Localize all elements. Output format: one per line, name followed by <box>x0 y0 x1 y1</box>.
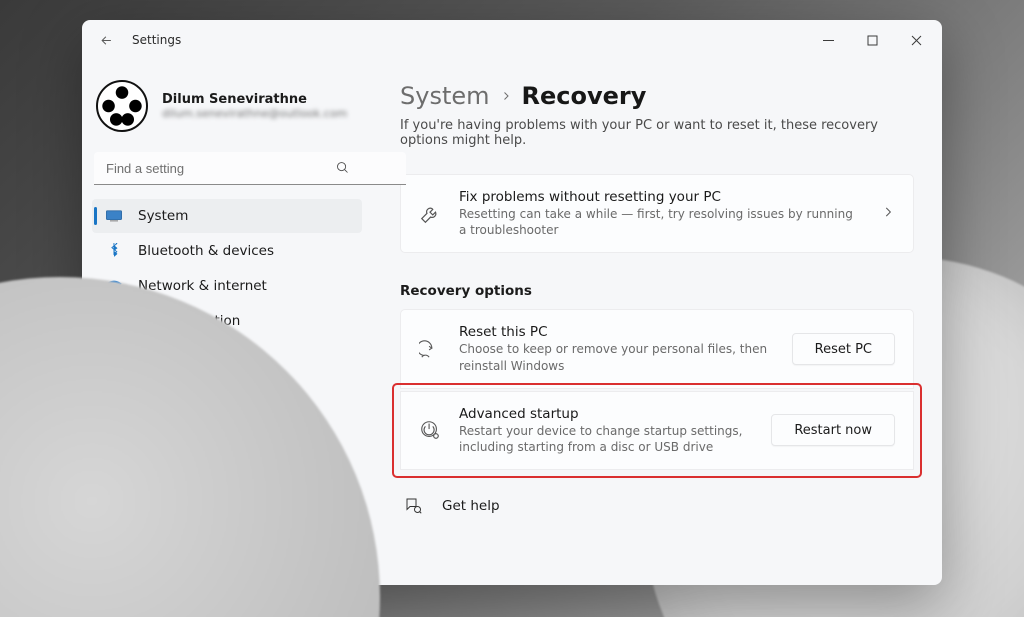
card-title: Advanced startup <box>459 406 753 422</box>
sidebar-item-update[interactable]: Windows Update <box>92 549 362 583</box>
reset-pc-card: Reset this PC Choose to keep or remove y… <box>400 309 914 388</box>
app-title: Settings <box>132 33 181 47</box>
sidebar-item-label: Accounts <box>138 383 200 399</box>
card-description: Choose to keep or remove your personal f… <box>459 341 774 373</box>
sidebar-item-label: Apps <box>138 348 171 364</box>
search-icon <box>335 160 350 175</box>
shield-icon <box>106 523 122 539</box>
settings-window: Settings Dilum Senevirathne dilum.senevi… <box>82 20 942 585</box>
page-title: Recovery <box>522 82 647 110</box>
profile-text: Dilum Senevirathne dilum.senevirathne@ou… <box>162 92 347 120</box>
help-label: Get help <box>442 498 500 514</box>
sidebar-item-system[interactable]: System <box>92 199 362 233</box>
globe-clock-icon <box>106 418 122 434</box>
sidebar-item-label: Personalization <box>138 313 240 329</box>
card-title: Fix problems without resetting your PC <box>459 189 863 205</box>
system-icon <box>106 208 122 224</box>
wifi-icon <box>106 278 122 294</box>
sidebar-item-time[interactable]: Time & language <box>92 409 362 443</box>
sidebar-item-label: System <box>138 208 188 224</box>
restart-now-button[interactable]: Restart now <box>771 414 895 446</box>
update-icon <box>106 558 122 574</box>
sidebar: Dilum Senevirathne dilum.senevirathne@ou… <box>82 60 372 585</box>
section-title: Recovery options <box>400 283 914 299</box>
sidebar-item-label: Windows Update <box>138 558 251 574</box>
reset-icon <box>419 338 441 360</box>
minimize-button[interactable] <box>806 20 850 60</box>
arrow-left-icon <box>99 33 114 48</box>
breadcrumb: System Recovery <box>400 82 914 110</box>
profile-block[interactable]: Dilum Senevirathne dilum.senevirathne@ou… <box>92 70 362 148</box>
maximize-icon <box>867 35 878 46</box>
highlight-annotation: Advanced startup Restart your device to … <box>394 385 920 476</box>
get-help-link[interactable]: Get help <box>400 496 914 516</box>
sidebar-item-accessibility[interactable]: Accessibility <box>92 479 362 513</box>
sidebar-item-gaming[interactable]: Gaming <box>92 444 362 478</box>
breadcrumb-parent[interactable]: System <box>400 82 490 110</box>
power-gear-icon <box>419 419 441 441</box>
sidebar-item-label: Privacy & security <box>138 523 260 539</box>
card-body: Reset this PC Choose to keep or remove y… <box>459 324 774 373</box>
profile-name: Dilum Senevirathne <box>162 92 347 107</box>
apps-icon <box>106 348 122 364</box>
sidebar-item-bluetooth[interactable]: Bluetooth & devices <box>92 234 362 268</box>
bluetooth-icon <box>106 243 122 259</box>
help-icon <box>404 496 424 516</box>
person-icon <box>106 383 122 399</box>
chevron-right-icon <box>881 204 895 223</box>
sidebar-item-privacy[interactable]: Privacy & security <box>92 514 362 548</box>
gamepad-icon <box>106 453 122 469</box>
sidebar-item-personalization[interactable]: Personalization <box>92 304 362 338</box>
caption-controls <box>806 20 938 60</box>
sidebar-item-accounts[interactable]: Accounts <box>92 374 362 408</box>
paintbrush-icon <box>106 313 122 329</box>
sidebar-item-label: Bluetooth & devices <box>138 243 274 259</box>
card-description: Resetting can take a while — first, try … <box>459 206 863 238</box>
search-field[interactable] <box>94 152 360 185</box>
maximize-button[interactable] <box>850 20 894 60</box>
minimize-icon <box>823 35 834 46</box>
card-body: Fix problems without resetting your PC R… <box>459 189 863 238</box>
reset-pc-button[interactable]: Reset PC <box>792 333 895 365</box>
card-description: Restart your device to change startup se… <box>459 423 753 455</box>
sidebar-item-label: Gaming <box>138 453 191 469</box>
troubleshooter-card[interactable]: Fix problems without resetting your PC R… <box>400 174 914 253</box>
sidebar-item-label: Time & language <box>138 418 253 434</box>
intro-text: If you're having problems with your PC o… <box>400 118 914 148</box>
desktop-background: Settings Dilum Senevirathne dilum.senevi… <box>0 0 1024 617</box>
profile-email: dilum.senevirathne@outlook.com <box>162 107 347 120</box>
close-button[interactable] <box>894 20 938 60</box>
sidebar-item-network[interactable]: Network & internet <box>92 269 362 303</box>
chevron-right-icon <box>500 87 512 106</box>
titlebar: Settings <box>82 20 942 60</box>
card-title: Reset this PC <box>459 324 774 340</box>
card-body: Advanced startup Restart your device to … <box>459 406 753 455</box>
wrench-icon <box>419 203 441 225</box>
recovery-options-stack: Reset this PC Choose to keep or remove y… <box>400 309 914 470</box>
accessibility-icon <box>106 488 122 504</box>
back-button[interactable] <box>94 28 118 52</box>
avatar <box>96 80 148 132</box>
nav-list: System Bluetooth & devices Network & int… <box>92 199 362 583</box>
sidebar-item-apps[interactable]: Apps <box>92 339 362 373</box>
sidebar-item-label: Network & internet <box>138 278 267 294</box>
content-area: System Recovery If you're having problem… <box>372 60 942 585</box>
advanced-startup-card: Advanced startup Restart your device to … <box>400 391 914 470</box>
close-icon <box>911 35 922 46</box>
search-input[interactable] <box>94 152 406 185</box>
sidebar-item-label: Accessibility <box>138 488 221 504</box>
window-body: Dilum Senevirathne dilum.senevirathne@ou… <box>82 60 942 585</box>
